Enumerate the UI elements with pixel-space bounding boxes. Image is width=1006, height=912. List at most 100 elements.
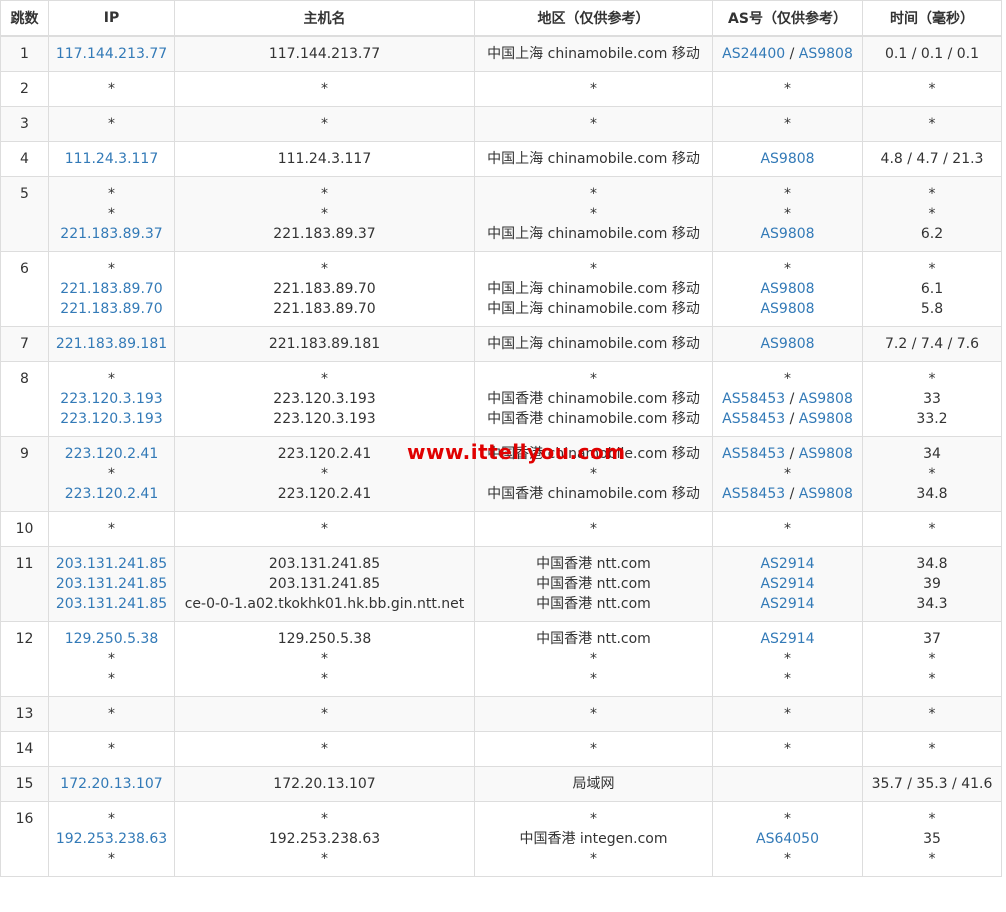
ip-link[interactable]: 117.144.213.77 [50, 44, 174, 64]
ip-link[interactable]: 203.131.241.85 [50, 574, 174, 594]
table-row: 8 * 223.120.3.193 223.120.3.193 * 223.120.3.1… [0, 361, 1002, 437]
ip-link[interactable]: 192.253.238.63 [50, 829, 174, 849]
ip-text: * [108, 466, 115, 482]
time-text: 0.1 / 0.1 / 0.1 [884, 46, 980, 62]
as-cell: * [712, 731, 863, 767]
ip-link[interactable]: 129.250.5.38 [50, 629, 174, 649]
ip-link[interactable]: 221.183.89.37 [50, 224, 174, 244]
region-cell: 中国上海 chinamobile.com 移动 [474, 326, 713, 362]
as-link[interactable]: AS9808 [760, 151, 814, 167]
ip-link[interactable]: 111.24.3.117 [50, 149, 174, 169]
ip-link[interactable]: 203.131.241.85 [50, 594, 174, 614]
region-text: * [590, 706, 597, 722]
ip-link[interactable]: 172.20.13.107 [50, 774, 174, 794]
as-line: * [714, 704, 862, 724]
ip-text: * [108, 741, 115, 757]
as-line: * [714, 739, 862, 759]
as-link[interactable]: AS9808 [799, 391, 853, 407]
as-link[interactable]: AS2914 [760, 556, 814, 572]
table-row: 2 * * * * * [0, 71, 1002, 107]
as-text: * [784, 521, 791, 537]
hop-number: 15 [15, 776, 34, 792]
region-text: * [590, 811, 597, 827]
header-hop: 跳数 [0, 0, 49, 37]
as-line: AS9808 [714, 334, 862, 354]
ip-link[interactable]: 221.183.89.181 [50, 334, 174, 354]
region-cell: * * 中国上海 chinamobile.com 移动 [474, 176, 713, 252]
region-text: 中国上海 chinamobile.com 移动 [487, 226, 700, 242]
as-link[interactable]: AS58453 [722, 411, 785, 427]
hostname-cell: 203.131.241.85 203.131.241.85 ce-0-0-1.a02… [174, 546, 475, 622]
header-time: 时间（毫秒） [862, 0, 1002, 37]
table-row: 4 111.24.3.117 111.24.3.117 中国上海 chinamobil… [0, 141, 1002, 177]
ip-link[interactable]: 223.120.2.41 [50, 444, 174, 464]
as-link[interactable]: AS9808 [760, 336, 814, 352]
as-link[interactable]: AS9808 [799, 46, 853, 62]
as-cell: * [712, 696, 863, 732]
hostname-cell: * 223.120.3.193 223.120.3.193 [174, 361, 475, 437]
hostname-text: 221.183.89.37 [273, 226, 376, 242]
region-text: * [590, 261, 597, 277]
as-link[interactable]: AS9808 [760, 226, 814, 242]
as-line: AS2914 [714, 554, 862, 574]
as-link[interactable]: AS9808 [760, 281, 814, 297]
ip-link[interactable]: 223.120.3.193 [50, 409, 174, 429]
hop-cell: 7 [0, 326, 49, 362]
region-cell: * 中国香港 integen.com * [474, 801, 713, 877]
ip-link[interactable]: 223.120.2.41 [50, 484, 174, 504]
time-text: 5.8 [920, 301, 944, 317]
ip-link[interactable]: 223.120.3.193 [50, 389, 174, 409]
region-text: 中国香港 ntt.com [536, 556, 651, 572]
hop-number: 6 [20, 261, 29, 277]
hostname-text: * [321, 466, 328, 482]
ip-link[interactable]: 203.131.241.85 [50, 554, 174, 574]
as-link[interactable]: AS58453 [722, 391, 785, 407]
as-cell: AS58453 / AS9808 * AS58453 / AS9808 [712, 436, 863, 512]
time-text: 6.2 [920, 226, 944, 242]
as-link[interactable]: AS9808 [760, 301, 814, 317]
as-link[interactable]: AS64050 [756, 831, 819, 847]
region-text: * [590, 466, 597, 482]
as-line: * [714, 369, 862, 389]
time-text: 34.8 [916, 486, 948, 502]
as-text: * [784, 706, 791, 722]
as-separator: / [785, 391, 799, 407]
table-row: 1 117.144.213.77 117.144.213.77 中国上海 chinam… [0, 35, 1002, 72]
hostname-text: * [321, 81, 328, 97]
hostname-text: * [321, 186, 328, 202]
hostname-text: 221.183.89.70 [273, 301, 376, 317]
hostname-text: * [321, 521, 328, 537]
time-text: * [928, 116, 936, 132]
region-text: 中国上海 chinamobile.com 移动 [487, 151, 700, 167]
hostname-text: 129.250.5.38 [277, 631, 372, 647]
hostname-text: * [321, 116, 328, 132]
hop-number: 11 [15, 556, 34, 572]
hop-number: 1 [20, 46, 29, 62]
time-text: 37 [923, 631, 941, 647]
region-text: 中国香港 chinamobile.com 移动 [487, 411, 700, 427]
region-text: 中国上海 chinamobile.com 移动 [487, 336, 700, 352]
as-link[interactable]: AS2914 [760, 631, 814, 647]
hostname-cell: * 221.183.89.70 221.183.89.70 [174, 251, 475, 327]
as-line: * [714, 809, 862, 829]
hostname-text: 223.120.3.193 [273, 411, 376, 427]
as-link[interactable]: AS24400 [722, 46, 785, 62]
as-link[interactable]: AS58453 [722, 486, 785, 502]
as-line: * [714, 849, 862, 869]
hostname-cell: * [174, 731, 475, 767]
ip-link[interactable]: 221.183.89.70 [50, 279, 174, 299]
ip-link[interactable]: 221.183.89.70 [50, 299, 174, 319]
as-link[interactable]: AS58453 [722, 446, 785, 462]
time-text: * [928, 261, 936, 277]
hostname-text: 221.183.89.70 [273, 281, 376, 297]
as-link[interactable]: AS2914 [760, 596, 814, 612]
as-line: * [714, 259, 862, 279]
as-cell: AS24400 / AS9808 [712, 35, 863, 72]
as-link[interactable]: AS9808 [799, 446, 853, 462]
as-link[interactable]: AS9808 [799, 486, 853, 502]
hostname-text: * [321, 671, 328, 687]
ip-cell: * 223.120.3.193 223.120.3.193 [48, 361, 175, 437]
as-link[interactable]: AS2914 [760, 576, 814, 592]
as-link[interactable]: AS9808 [799, 411, 853, 427]
as-line: AS2914 [714, 594, 862, 614]
